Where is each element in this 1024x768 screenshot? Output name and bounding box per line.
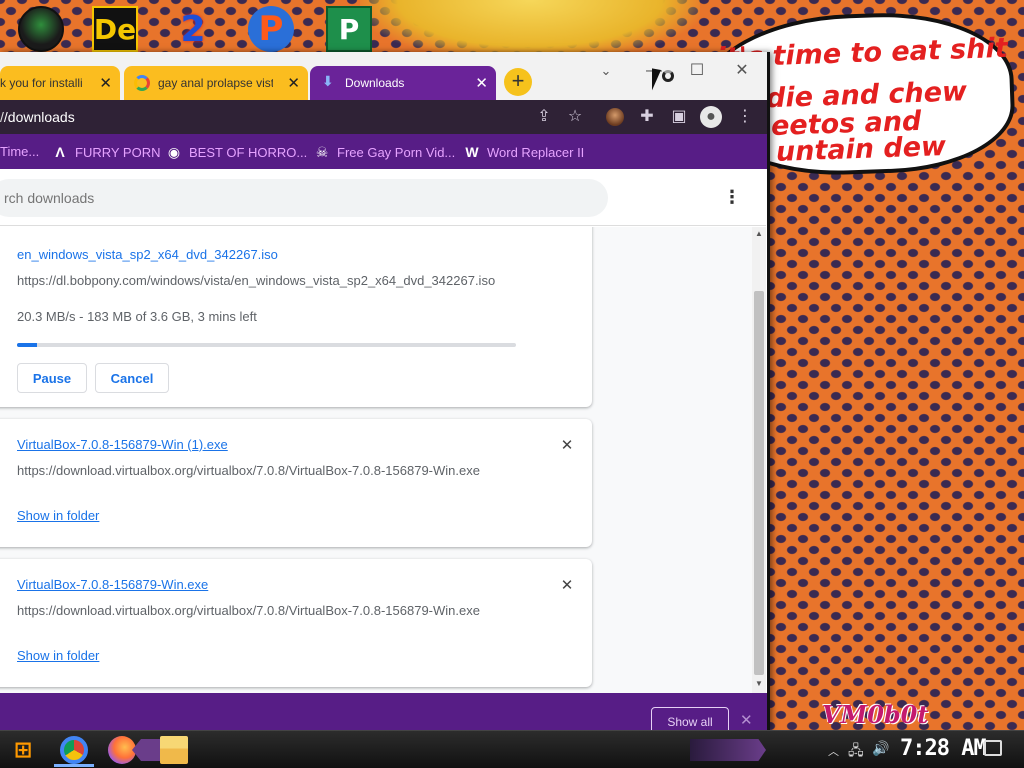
- downloads-header: ⋮: [0, 169, 766, 226]
- download-progress-fill: [17, 343, 37, 347]
- maximize-button[interactable]: ☐: [677, 56, 717, 86]
- active-app-indicator: [54, 764, 94, 767]
- bookmark-label: BEST OF HORRO...: [189, 144, 308, 160]
- notification-icon[interactable]: [984, 740, 1002, 756]
- chevron-up-icon[interactable]: ︿: [828, 743, 839, 759]
- globe-icon: ◉: [167, 144, 181, 160]
- download-item: VirtualBox-7.0.8-156879-Win (1).exe ✕ ht…: [0, 419, 592, 547]
- close-icon[interactable]: ✕: [740, 711, 753, 729]
- google-icon: [134, 75, 150, 91]
- kebab-menu-icon[interactable]: ⋮: [720, 185, 744, 209]
- share-icon[interactable]: ⇪: [533, 106, 555, 128]
- puzzle-icon[interactable]: ✚: [636, 106, 658, 128]
- new-tab-button[interactable]: +: [504, 68, 532, 96]
- kebab-menu-icon[interactable]: ⋮: [734, 106, 756, 128]
- browser-window: k you for installi ✕ gay anal prolapse v…: [0, 52, 770, 730]
- download-icon: ⬇: [322, 73, 334, 89]
- scroll-thumb[interactable]: [754, 291, 764, 675]
- desktop-icon-green-helmet[interactable]: [18, 6, 64, 52]
- bookmarks-bar: Time... Λ FURRY PORN ◉ BEST OF HORRO... ☠ F…: [0, 134, 767, 169]
- download-status: 20.3 MB/s - 183 MB of 3.6 GB, 3 mins lef…: [17, 309, 257, 324]
- download-filename[interactable]: en_windows_vista_sp2_x64_dvd_342267.iso: [17, 247, 278, 262]
- close-window-button[interactable]: ✕: [722, 56, 762, 86]
- bookmark-label: FURRY PORN: [75, 144, 161, 160]
- pause-button[interactable]: Pause: [17, 363, 87, 393]
- skull-icon: ☠: [315, 144, 329, 160]
- tab-label: gay anal prolapse vista: [158, 76, 273, 90]
- scroll-up-arrow-icon[interactable]: ▲: [752, 229, 766, 241]
- tab-downloads[interactable]: ⬇ Downloads ✕: [310, 66, 496, 100]
- download-item: VirtualBox-7.0.8-156879-Win.exe ✕ https:…: [0, 559, 592, 687]
- bookmark-label: Time...: [0, 144, 40, 159]
- tab-label: Downloads: [345, 76, 405, 90]
- bookmark-time[interactable]: Time...: [0, 144, 39, 159]
- chrome-icon[interactable]: [60, 736, 88, 764]
- downloads-list: en_windows_vista_sp2_x64_dvd_342267.iso …: [0, 227, 752, 693]
- bookmark-furry[interactable]: Λ FURRY PORN: [52, 144, 160, 160]
- cancel-button[interactable]: Cancel: [95, 363, 169, 393]
- profile-avatar-icon[interactable]: ●: [700, 106, 722, 128]
- taskbar-decoration: [132, 739, 162, 761]
- speaker-icon[interactable]: 🔊: [872, 740, 889, 757]
- close-icon[interactable]: ✕: [99, 74, 112, 92]
- scroll-down-arrow-icon[interactable]: ▼: [752, 679, 766, 691]
- show-all-button[interactable]: Show all: [651, 707, 729, 730]
- desktop-icon-project[interactable]: P: [326, 6, 372, 52]
- firefox-icon[interactable]: [108, 736, 136, 764]
- busy-spinner-icon: [662, 70, 674, 82]
- download-item: en_windows_vista_sp2_x64_dvd_342267.iso …: [0, 227, 592, 407]
- vertical-scrollbar[interactable]: ▲ ▼: [752, 227, 766, 693]
- close-icon[interactable]: ✕: [558, 577, 576, 595]
- tab-thank-you[interactable]: k you for installi ✕: [0, 66, 120, 100]
- bookmark-word-replacer[interactable]: W Word Replacer II: [464, 144, 584, 160]
- file-explorer-icon[interactable]: [160, 736, 188, 764]
- taskbar-clock[interactable]: 7:28 AM: [900, 736, 987, 761]
- desktop-icon-number-two[interactable]: 2: [170, 6, 216, 52]
- show-in-folder-link[interactable]: Show in folder: [17, 508, 99, 523]
- download-url: https://dl.bobpony.com/windows/vista/en_…: [17, 273, 496, 288]
- lambda-icon: Λ: [55, 144, 65, 160]
- address-path: /downloads: [3, 109, 75, 125]
- extension-avatar-icon[interactable]: [606, 108, 624, 126]
- tab-search-result[interactable]: gay anal prolapse vista ✕: [124, 66, 308, 100]
- word-replacer-icon: W: [465, 144, 479, 160]
- bookmark-video[interactable]: ☠ Free Gay Porn Vid...: [314, 144, 456, 160]
- download-url: https://download.virtualbox.org/virtualb…: [17, 603, 480, 618]
- start-button[interactable]: ⊞: [6, 735, 40, 765]
- close-icon[interactable]: ✕: [558, 437, 576, 455]
- watermark-text: VM0b0t: [822, 700, 929, 729]
- bookmark-label: Free Gay Porn Vid...: [337, 144, 456, 160]
- download-shelf: Show all ✕: [0, 693, 767, 730]
- download-progress-bar: [17, 343, 516, 347]
- address-bar[interactable]: //downloads: [0, 109, 75, 125]
- taskbar: ⊞ ︿ 🖧 🔊 7:28 AM: [0, 730, 1024, 768]
- chevron-down-icon[interactable]: ⌄: [586, 56, 626, 86]
- search-downloads-input[interactable]: [0, 179, 608, 217]
- side-panel-icon[interactable]: ▣: [668, 106, 690, 128]
- download-filename[interactable]: VirtualBox-7.0.8-156879-Win.exe: [17, 577, 208, 592]
- bookmark-horror[interactable]: ◉ BEST OF HORRO...: [166, 144, 307, 160]
- tab-label: k you for installi: [0, 76, 83, 90]
- taskbar-decoration: [690, 739, 766, 761]
- download-filename[interactable]: VirtualBox-7.0.8-156879-Win (1).exe: [17, 437, 228, 452]
- bookmark-label: Word Replacer II: [487, 144, 585, 160]
- bubble-line-4: untain dew: [775, 130, 947, 168]
- close-icon[interactable]: ✕: [287, 74, 300, 92]
- close-icon[interactable]: ✕: [475, 74, 488, 92]
- browser-toolbar: //downloads ⇪ ☆ ✚ ▣ ● ⋮: [0, 100, 767, 134]
- download-url: https://download.virtualbox.org/virtualb…: [17, 463, 480, 478]
- network-icon[interactable]: 🖧: [848, 740, 864, 764]
- star-icon[interactable]: ☆: [564, 106, 586, 128]
- desktop-icon-p-app[interactable]: P: [248, 6, 294, 52]
- desktop-icon-de-app[interactable]: De: [92, 6, 138, 52]
- wallpaper-hair: [360, 0, 700, 60]
- show-in-folder-link[interactable]: Show in folder: [17, 648, 99, 663]
